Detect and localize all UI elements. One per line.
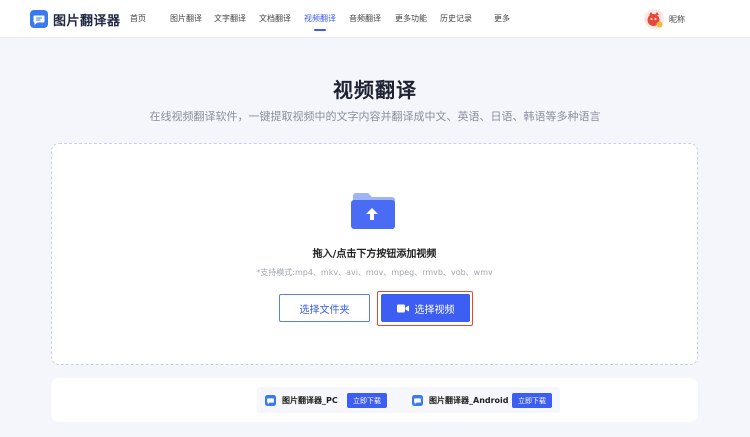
download-android-button[interactable]: 立即下载 bbox=[512, 393, 552, 408]
download-pc-button[interactable]: 立即下载 bbox=[347, 393, 387, 408]
active-nav-indicator bbox=[314, 29, 326, 31]
logo-icon bbox=[30, 10, 48, 28]
video-camera-icon bbox=[396, 304, 409, 312]
user-menu[interactable]: 昵称 bbox=[644, 8, 685, 30]
download-android: 图片翻译器_Android 立即下载 bbox=[404, 387, 560, 413]
download-name: 图片翻译器_Android bbox=[429, 395, 509, 405]
page-title: 视频翻译 bbox=[333, 78, 417, 102]
nav-home[interactable]: 首页 bbox=[130, 13, 146, 24]
select-video-button[interactable]: 选择视频 bbox=[381, 294, 470, 322]
download-name: 图片翻译器_PC bbox=[282, 395, 338, 405]
avatar-icon bbox=[644, 9, 664, 29]
app-logo-icon bbox=[412, 394, 423, 406]
app-logo-icon bbox=[265, 394, 276, 406]
nav-image-translate[interactable]: 图片翻译 bbox=[170, 13, 202, 24]
select-folder-button[interactable]: 选择文件夹 bbox=[279, 294, 370, 322]
nav-audio-translate[interactable]: 音频翻译 bbox=[349, 13, 381, 24]
upload-hint: 拖入/点击下方按钮添加视频 bbox=[312, 249, 437, 260]
upload-dropzone[interactable]: 拖入/点击下方按钮添加视频 *支持模式:mp4、mkv、avi、mov、mpeg… bbox=[51, 143, 698, 365]
logo-text: 图片翻译器 bbox=[53, 13, 121, 29]
supported-formats: *支持模式:mp4、mkv、avi、mov、mpeg、rmvb、vob、wmv bbox=[256, 268, 493, 277]
top-header: 图片翻译器 首页 图片翻译 文字翻译 文档翻译 视频翻译 音频翻译 更多功能 历… bbox=[0, 0, 750, 38]
folder-upload-icon bbox=[351, 193, 395, 229]
download-bar: 图片翻译器_PC 立即下载 图片翻译器_Android 立即下载 bbox=[51, 378, 698, 422]
nav-text-translate[interactable]: 文字翻译 bbox=[214, 13, 246, 24]
username: 昵称 bbox=[669, 14, 685, 24]
nav-history[interactable]: 历史记录 bbox=[440, 13, 472, 24]
nav-video-translate[interactable]: 视频翻译 bbox=[304, 13, 336, 24]
nav-document-translate[interactable]: 文档翻译 bbox=[259, 13, 291, 24]
nav-more[interactable]: 更多 bbox=[494, 13, 510, 24]
logo[interactable]: 图片翻译器 bbox=[30, 9, 121, 29]
page-subtitle: 在线视频翻译软件，一键提取视频中的文字内容并翻译成中文、英语、日语、韩语等多种语… bbox=[149, 110, 601, 123]
download-pc: 图片翻译器_PC 立即下载 bbox=[257, 387, 415, 413]
select-video-label: 选择视频 bbox=[414, 304, 455, 316]
nav-more-features[interactable]: 更多功能 bbox=[395, 13, 427, 24]
